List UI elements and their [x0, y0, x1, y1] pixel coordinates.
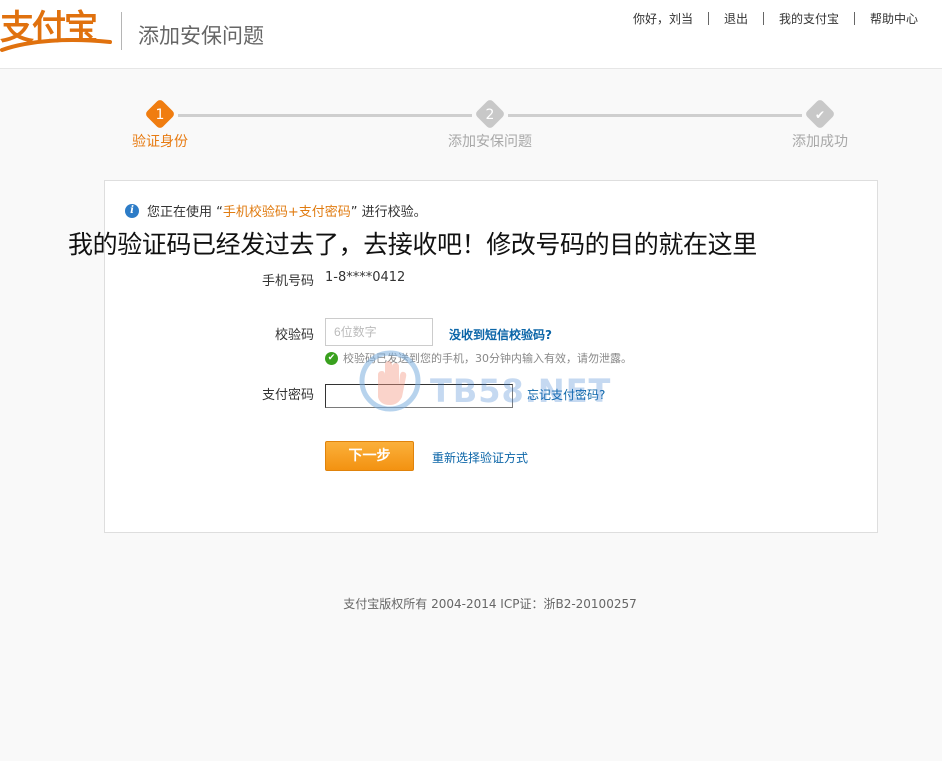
- step-connector: [178, 114, 472, 117]
- payment-password-input[interactable]: [325, 384, 513, 408]
- check-circle-icon: ✔: [325, 351, 338, 365]
- step-label: 添加成功: [792, 134, 848, 150]
- footer-copyright: 支付宝版权所有 2004-2014 ICP证：浙B2-20100257: [343, 597, 637, 611]
- notice-prefix: 您正在使用 “: [147, 205, 223, 220]
- progress-steps: 1 验证身份 2 添加安保问题 ✔ 添加成功: [0, 98, 942, 158]
- phone-number-value: 1-8****0412: [325, 270, 406, 285]
- reselect-verification-link[interactable]: 重新选择验证方式: [432, 449, 528, 466]
- phone-label: 手机号码: [261, 274, 314, 289]
- sms-sent-status: ✔ 校验码已发送到您的手机，30分钟内输入有效，请勿泄露。: [325, 350, 632, 366]
- notice-suffix: ” 进行校验。: [350, 205, 427, 220]
- step-label: 验证身份: [132, 134, 188, 150]
- verification-method: 手机校验码+支付密码: [222, 205, 351, 220]
- header-divider: [121, 12, 122, 50]
- next-step-button[interactable]: 下一步: [325, 441, 414, 471]
- payment-password-label: 支付密码: [261, 388, 314, 403]
- top-nav: 你好，刘当 退出 我的支付宝 帮助中心: [618, 10, 918, 27]
- alipay-logo[interactable]: 支付宝: [0, 6, 112, 52]
- overlay-caption: 我的验证码已经发过去了，去接收吧！修改号码的目的就在这里: [68, 230, 757, 259]
- help-center-link[interactable]: 帮助中心: [855, 10, 918, 27]
- step-number: 1: [155, 107, 165, 123]
- sms-status-text: 校验码已发送到您的手机，30分钟内输入有效，请勿泄露。: [343, 352, 632, 365]
- logo-swoosh-icon: [0, 38, 112, 52]
- forgot-password-link[interactable]: 忘记支付密码?: [527, 386, 605, 403]
- logout-link[interactable]: 退出: [709, 10, 763, 27]
- greeting-user[interactable]: 你好，刘当: [618, 10, 708, 27]
- step-number: 2: [485, 107, 495, 123]
- info-icon: i: [125, 203, 139, 218]
- verification-notice: i 您正在使用 “手机校验码+支付密码” 进行校验。: [125, 201, 427, 220]
- step-connector: [508, 114, 802, 117]
- code-label: 校验码: [274, 328, 314, 343]
- checkmark-icon: ✔: [814, 108, 826, 122]
- sms-code-input[interactable]: [325, 318, 433, 346]
- header: 支付宝 添加安保问题 你好，刘当 退出 我的支付宝 帮助中心: [0, 0, 942, 69]
- my-alipay-link[interactable]: 我的支付宝: [764, 10, 854, 27]
- page-title: 添加安保问题: [138, 24, 264, 48]
- no-sms-code-link[interactable]: 没收到短信校验码?: [449, 326, 552, 343]
- step-label: 添加安保问题: [448, 134, 532, 150]
